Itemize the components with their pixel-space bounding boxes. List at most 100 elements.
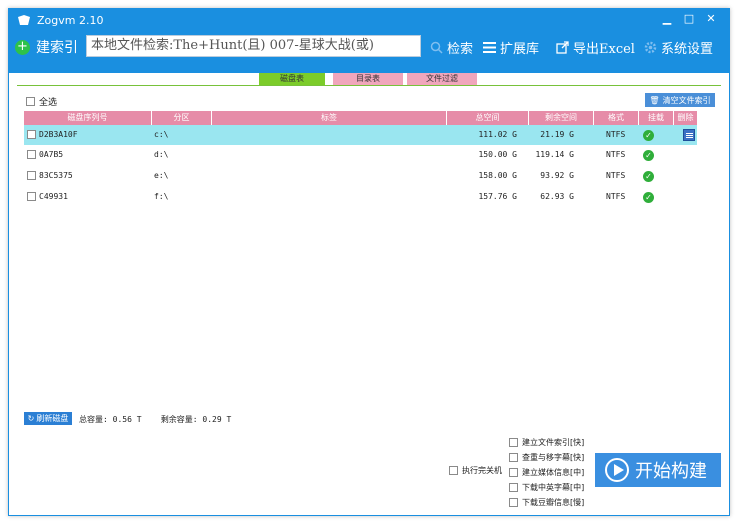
option-label: 下载豆瓣信息[慢] — [522, 498, 585, 507]
gear-icon — [643, 40, 657, 54]
checkbox-box[interactable] — [509, 453, 518, 462]
row-checkbox[interactable] — [27, 171, 36, 180]
titlebar: Zogvm 2.10 ▁ □ ✕ + 建索引 本地文件检索:The+Hunt(且… — [9, 9, 729, 73]
row-checkbox[interactable] — [27, 150, 36, 159]
search-button[interactable]: 检索 — [429, 36, 473, 58]
table-row[interactable]: 83C5375 e:\ 158.00 G 93.92 G NTFS ✓ — [24, 166, 697, 186]
extensions-button[interactable]: 扩展库 — [482, 36, 539, 58]
shutdown-after-checkbox[interactable]: 执行完关机 — [449, 465, 502, 476]
capacity-summary: 总容量: 0.56 T 剩余容量: 0.29 T — [79, 414, 231, 425]
checkbox-box[interactable] — [26, 97, 35, 106]
col-partition: 分区 — [152, 111, 212, 125]
clear-index-button[interactable]: 🗑 清空文件索引 — [645, 93, 715, 107]
row-checkbox[interactable] — [27, 192, 36, 201]
option-label: 下载中英字幕[中] — [522, 483, 585, 492]
cell-format: NTFS — [606, 130, 626, 139]
shutdown-after-label: 执行完关机 — [462, 466, 502, 475]
free-capacity: 剩余容量: 0.29 T — [160, 415, 232, 424]
start-build-button[interactable]: 开始构建 — [595, 453, 721, 487]
col-label: 标签 — [212, 111, 447, 125]
table-header: 磁盘序列号 分区 标签 总空间 剩余空间 格式 挂载 删除 — [24, 111, 697, 125]
search-icon — [429, 40, 443, 54]
cell-format: NTFS — [606, 171, 626, 180]
app-window: Zogvm 2.10 ▁ □ ✕ + 建索引 本地文件检索:The+Hunt(且… — [8, 8, 730, 516]
checkbox-box[interactable] — [449, 466, 458, 475]
tab-disk-table[interactable]: 磁盘表 — [259, 73, 325, 85]
option-media-info[interactable]: 建立媒体信息[中] — [509, 465, 584, 480]
cell-partition: f:\ — [154, 192, 169, 201]
cell-free: 93.92 G — [540, 171, 574, 180]
cell-partition: e:\ — [154, 171, 169, 180]
build-options: 建立文件索引[快] 查重与移字幕[快] 建立媒体信息[中] 下载中英字幕[中] … — [509, 435, 584, 510]
cell-total: 150.00 G — [478, 150, 517, 159]
cell-label — [212, 166, 447, 186]
cell-serial: 83C5375 — [39, 171, 73, 180]
total-capacity: 总容量: 0.56 T — [79, 415, 142, 424]
cell-format: NTFS — [606, 150, 626, 159]
select-all-checkbox[interactable]: 全选 — [26, 95, 57, 108]
refresh-disk-button[interactable]: ↻ 刷新磁盘 — [24, 412, 72, 425]
clear-index-label: 清空文件索引 — [662, 95, 711, 105]
settings-button[interactable]: 系统设置 — [643, 36, 713, 58]
cell-total: 111.02 G — [478, 130, 517, 139]
option-download-subtitles[interactable]: 下载中英字幕[中] — [509, 480, 584, 495]
start-build-label: 开始构建 — [635, 461, 707, 482]
checkbox-box[interactable] — [509, 468, 518, 477]
cell-total: 158.00 G — [478, 171, 517, 180]
cell-partition: d:\ — [154, 150, 169, 159]
cell-free: 119.14 G — [535, 150, 574, 159]
build-index-button[interactable]: + 建索引 — [15, 36, 78, 58]
refresh-label: 刷新磁盘 — [36, 414, 69, 423]
minimize-button[interactable]: ▁ — [657, 11, 677, 27]
tab-directory-table[interactable]: 目录表 — [333, 73, 403, 85]
export-excel-button[interactable]: 导出Excel — [555, 36, 635, 58]
col-format: 格式 — [594, 111, 639, 125]
app-logo-icon — [18, 15, 30, 25]
col-mount: 挂载 — [639, 111, 674, 125]
checkbox-box[interactable] — [509, 483, 518, 492]
col-delete: 删除 — [677, 113, 694, 122]
row-checkbox[interactable] — [27, 130, 36, 139]
plus-icon: + — [15, 39, 30, 55]
col-total: 总空间 — [447, 111, 529, 125]
option-label: 查重与移字幕[快] — [522, 453, 585, 462]
export-icon — [555, 40, 569, 54]
export-excel-label: 导出Excel — [573, 41, 635, 57]
close-button[interactable]: ✕ — [701, 11, 721, 27]
checkbox-box[interactable] — [509, 438, 518, 447]
play-icon — [605, 458, 629, 482]
search-label: 检索 — [447, 41, 474, 57]
settings-label: 系统设置 — [661, 41, 714, 57]
option-file-index[interactable]: 建立文件索引[快] — [509, 435, 584, 450]
check-circle-icon: ✓ — [643, 171, 654, 182]
search-input[interactable]: 本地文件检索:The+Hunt(且) 007-星球大战(或) — [86, 35, 421, 57]
check-circle-icon: ✓ — [643, 192, 654, 203]
extensions-label: 扩展库 — [500, 41, 540, 57]
cell-serial: D2B3A10F — [39, 130, 78, 139]
check-circle-icon: ✓ — [643, 130, 654, 141]
select-all-label: 全选 — [39, 98, 58, 108]
cell-label — [212, 145, 447, 165]
checkbox-box[interactable] — [509, 498, 518, 507]
table-row[interactable]: D2B3A10F c:\ 111.02 G 21.19 G NTFS ✓ — [24, 125, 697, 145]
tab-file-filter[interactable]: 文件过滤 — [407, 73, 477, 85]
cell-partition: c:\ — [154, 130, 169, 139]
option-dedupe-subtitles[interactable]: 查重与移字幕[快] — [509, 450, 584, 465]
table-row[interactable]: 0A7B5 d:\ 150.00 G 119.14 G NTFS ✓ — [24, 145, 697, 165]
refresh-icon: ↻ — [27, 414, 35, 423]
col-serial: 磁盘序列号 — [24, 111, 152, 125]
delete-icon[interactable] — [683, 129, 695, 141]
list-icon — [482, 40, 496, 54]
cell-free: 21.19 G — [540, 130, 574, 139]
tab-divider — [17, 85, 721, 86]
cell-total: 157.76 G — [478, 192, 517, 201]
option-label: 建立文件索引[快] — [522, 438, 585, 447]
window-title: Zogvm 2.10 — [37, 14, 104, 27]
check-circle-icon: ✓ — [643, 150, 654, 161]
cell-serial: C49931 — [39, 192, 68, 201]
col-free: 剩余空间 — [529, 111, 594, 125]
table-row[interactable]: C49931 f:\ 157.76 G 62.93 G NTFS ✓ — [24, 187, 697, 207]
option-douban-info[interactable]: 下载豆瓣信息[慢] — [509, 495, 584, 510]
maximize-button[interactable]: □ — [679, 11, 699, 27]
cell-free: 62.93 G — [540, 192, 574, 201]
